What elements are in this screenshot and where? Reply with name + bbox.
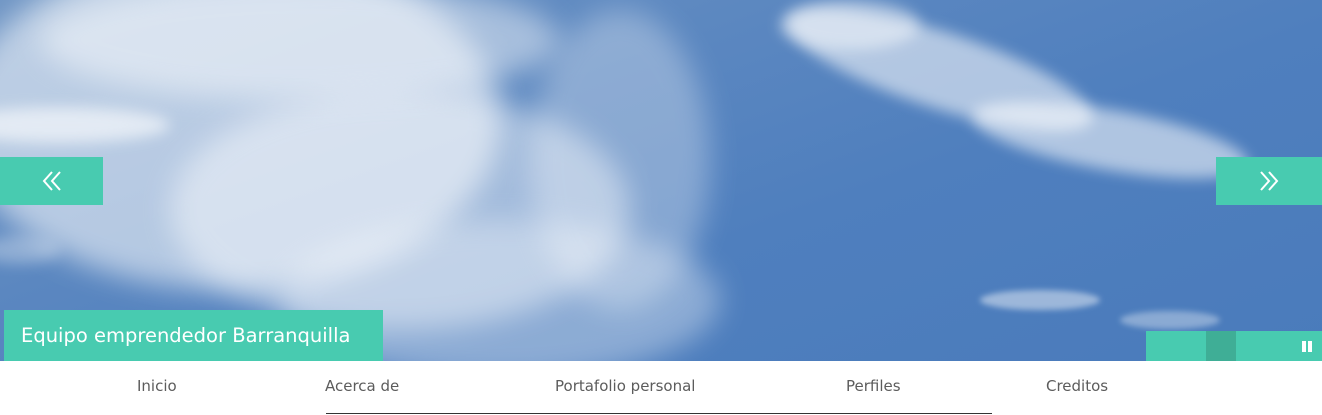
nav-item-perfiles[interactable]: Perfiles [846, 377, 901, 395]
slide-dot-1[interactable] [1146, 331, 1206, 361]
pause-icon[interactable] [1302, 341, 1316, 353]
main-navigation: Inicio Acerca de Portafolio personal Per… [0, 361, 1322, 415]
slider-prev-button[interactable] [0, 157, 103, 205]
nav-item-acerca-de[interactable]: Acerca de [325, 377, 399, 395]
sky-cloud-image [0, 0, 1248, 361]
nav-item-portafolio-personal[interactable]: Portafolio personal [555, 377, 695, 395]
nav-divider [326, 413, 992, 414]
double-chevron-right-icon [1260, 171, 1279, 191]
double-chevron-left-icon [42, 171, 61, 191]
slide-dot-3[interactable] [1236, 331, 1291, 361]
slider-controls [1146, 331, 1322, 361]
slide-caption: Equipo emprendedor Barranquilla [4, 310, 383, 361]
nav-item-creditos[interactable]: Creditos [1046, 377, 1108, 395]
nav-item-inicio[interactable]: Inicio [137, 377, 177, 395]
hero-slider: Equipo emprendedor Barranquilla [0, 0, 1322, 361]
slider-next-button[interactable] [1216, 157, 1322, 205]
slide-dot-2[interactable] [1206, 331, 1236, 361]
